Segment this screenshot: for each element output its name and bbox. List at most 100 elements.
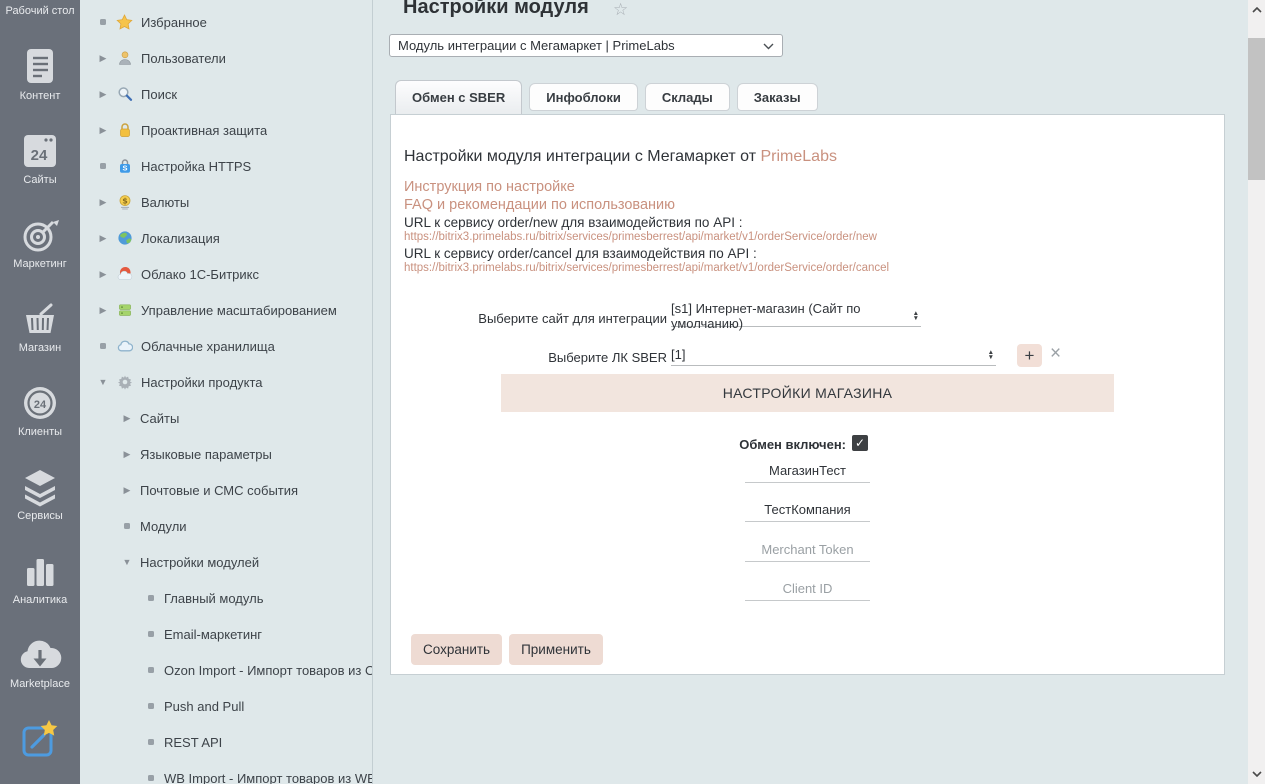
calendar-24-icon: 24 <box>20 131 60 171</box>
tab-exchange-sber[interactable]: Обмен с SBER <box>395 80 522 114</box>
rail-item-label: Marketplace <box>10 678 70 690</box>
scrollbar-thumb[interactable] <box>1248 38 1265 180</box>
tree-item[interactable]: ▶ Облако 1С-Битрикс <box>80 256 372 292</box>
tab-orders[interactable]: Заказы <box>737 83 818 111</box>
search-icon <box>116 86 133 103</box>
lk-select[interactable]: [1] ▲▼ <box>671 344 996 366</box>
module-select-value: Модуль интеграции с Мегамаркет | PrimeLa… <box>398 38 675 53</box>
remove-lk-icon[interactable]: × <box>1050 343 1061 365</box>
tree-item-label: Ozon Import - Импорт товаров из Ozon <box>164 663 372 678</box>
tree-item[interactable]: WB Import - Импорт товаров из WB <box>80 760 372 784</box>
tab-warehouses[interactable]: Склады <box>645 83 730 111</box>
tree-item[interactable]: Push and Pull <box>80 688 372 724</box>
tree-item-label: Push and Pull <box>164 699 244 714</box>
chevron-down-icon <box>763 38 774 53</box>
add-lk-button[interactable]: + <box>1017 344 1042 367</box>
order-cancel-url-link[interactable]: https://bitrix3.primelabs.ru/bitrix/serv… <box>404 262 889 274</box>
tree-item-label: Облако 1С-Битрикс <box>141 267 259 282</box>
main-nav-rail: Рабочий стол Контент 24Сайты Маркетинг Мага… <box>0 0 80 784</box>
tree-item[interactable]: ▶Проактивная защита <box>80 112 372 148</box>
order-new-url-link[interactable]: https://bitrix3.primelabs.ru/bitrix/serv… <box>404 231 877 243</box>
settings-tabs: Обмен с SBERИнфоблокиСкладыЗаказы <box>395 80 818 114</box>
tab-infoblocks[interactable]: Инфоблоки <box>529 83 638 111</box>
shop-name-input[interactable]: МагазинТест <box>745 462 870 483</box>
document-icon <box>23 47 57 87</box>
collapsed-arrow-icon: ▶ <box>120 485 134 496</box>
merchant-token-input[interactable]: Merchant Token <box>745 541 870 562</box>
favorite-star-icon[interactable]: ☆ <box>613 0 628 20</box>
tree-item[interactable]: ▼Настройки продукта <box>80 364 372 400</box>
rail-item-клиенты[interactable]: 24Клиенты <box>10 383 70 438</box>
cloud-download-icon <box>18 635 62 675</box>
tree-item[interactable]: REST API <box>80 724 372 760</box>
svg-text:24: 24 <box>34 399 47 411</box>
page-title: Настройки модуля <box>403 0 589 19</box>
tree-item-label: Локализация <box>141 231 220 246</box>
bullet-icon <box>96 19 110 25</box>
tree-item[interactable]: ▶Языковые параметры <box>80 436 372 472</box>
tree-item[interactable]: Ozon Import - Импорт товаров из Ozon <box>80 652 372 688</box>
svg-text:$: $ <box>122 197 128 206</box>
save-button[interactable]: Сохранить <box>411 634 502 665</box>
collapsed-arrow-icon: ▶ <box>96 125 110 136</box>
tree-item[interactable]: ▶Поиск <box>80 76 372 112</box>
tree-item[interactable]: Избранное <box>80 4 372 40</box>
cloud-24-icon: 24 <box>19 383 61 423</box>
rail-item-маркетинг[interactable]: Маркетинг <box>10 215 70 270</box>
rail-item-label: Аналитика <box>13 594 67 606</box>
rail-item-сервисы[interactable]: Сервисы <box>10 467 70 522</box>
tree-item[interactable]: ▶$Валюты <box>80 184 372 220</box>
rail-item-контент[interactable]: Контент <box>10 47 70 102</box>
instruction-link[interactable]: Инструкция по настройке <box>404 179 575 195</box>
rail-item-магазин[interactable]: Магазин <box>10 299 70 354</box>
select-spinner-icon[interactable]: ▲▼ <box>913 311 921 321</box>
bullet-icon <box>96 163 110 169</box>
tree-item[interactable]: ▶Сайты <box>80 400 372 436</box>
rail-item-marketplace[interactable]: Marketplace <box>10 635 70 690</box>
tree-item[interactable]: ▼Настройки модулей <box>80 544 372 580</box>
tree-item[interactable]: ▶Почтовые и СМС события <box>80 472 372 508</box>
tree-item[interactable]: Email-маркетинг <box>80 616 372 652</box>
primelabs-link[interactable]: PrimeLabs <box>760 148 836 165</box>
tree-item[interactable]: Облачные хранилища <box>80 328 372 364</box>
company-name-input[interactable]: ТестКомпания <box>745 501 870 522</box>
tree-item[interactable]: Главный модуль <box>80 580 372 616</box>
rail-item-аналитика[interactable]: Аналитика <box>10 551 70 606</box>
tree-item[interactable]: SНастройка HTTPS <box>80 148 372 184</box>
exchange-enabled-checkbox[interactable]: ✓ <box>852 435 868 451</box>
gear-icon <box>116 374 133 391</box>
bullet-icon <box>144 739 158 745</box>
tree-item[interactable]: ▶Пользователи <box>80 40 372 76</box>
bullet-icon <box>144 595 158 601</box>
tree-item-label: REST API <box>164 735 222 750</box>
scroll-down-icon[interactable] <box>1248 766 1265 782</box>
expanded-arrow-icon: ▼ <box>120 557 134 567</box>
module-select[interactable]: Модуль интеграции с Мегамаркет | PrimeLa… <box>389 34 783 57</box>
faq-link[interactable]: FAQ и рекомендации по использованию <box>404 197 675 213</box>
rail-item-сайты[interactable]: 24Сайты <box>10 131 70 186</box>
client-id-input[interactable]: Client ID <box>745 580 870 601</box>
tree-item-label: Избранное <box>141 15 207 30</box>
scroll-up-icon[interactable] <box>1248 2 1265 18</box>
select-spinner-icon[interactable]: ▲▼ <box>988 350 996 360</box>
expanded-arrow-icon: ▼ <box>96 377 110 387</box>
tree-item[interactable]: ▶Локализация <box>80 220 372 256</box>
currency-icon: $ <box>116 194 133 211</box>
globe-icon <box>116 230 133 247</box>
tree-item[interactable]: Модули <box>80 508 372 544</box>
collapsed-arrow-icon: ▶ <box>96 197 110 208</box>
collapsed-arrow-icon: ▶ <box>96 269 110 280</box>
apply-button[interactable]: Применить <box>509 634 603 665</box>
rail-item-label: Маркетинг <box>13 258 66 270</box>
site-select[interactable]: [s1] Интернет-магазин (Сайт по умолчанию… <box>671 305 921 327</box>
tree-item-label: Языковые параметры <box>140 447 272 462</box>
order-new-url-label: URL к сервису order/new для взаимодейств… <box>404 215 742 230</box>
collapsed-arrow-icon: ▶ <box>96 53 110 64</box>
rail-item-desktop[interactable]: Рабочий стол <box>5 5 74 18</box>
lock-icon <box>116 122 133 139</box>
rail-item-site-wizard[interactable] <box>10 719 70 759</box>
vertical-scrollbar[interactable] <box>1248 0 1265 784</box>
tree-item[interactable]: ▶Управление масштабированием <box>80 292 372 328</box>
server-icon <box>116 302 133 319</box>
tree-item-label: WB Import - Импорт товаров из WB <box>164 771 372 784</box>
